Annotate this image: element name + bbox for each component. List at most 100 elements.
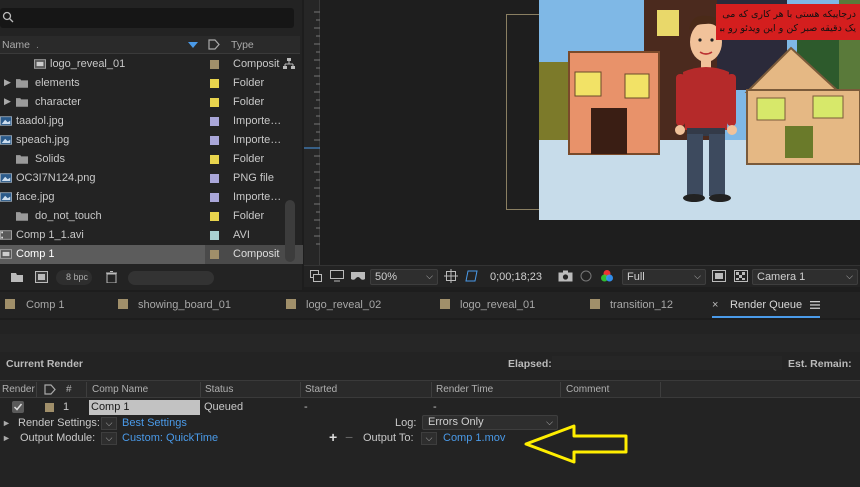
output-to-menu[interactable]: ⌵ (421, 432, 437, 445)
expand-triangle-icon[interactable]: ▶ (4, 96, 11, 107)
tab-render-queue[interactable]: Render Queue (730, 299, 802, 311)
project-item-type: Folder (233, 77, 265, 89)
camera-view-dropdown[interactable]: Camera 1 ⌵ (752, 269, 858, 285)
label-color-swatch[interactable] (210, 174, 219, 183)
render-queue-item-row[interactable]: 1 Comp 1 Queued - - (0, 400, 860, 415)
item-started: - (304, 401, 308, 413)
resolution-dropdown[interactable]: Full ⌵ (622, 269, 706, 285)
label-color-swatch[interactable] (210, 250, 219, 259)
item-comp-name-cell[interactable]: Comp 1 (89, 400, 200, 415)
current-timecode[interactable]: 0;00;18;23 (490, 271, 542, 283)
tab-transition-12[interactable]: transition_12 (590, 299, 673, 311)
add-output-module-icon[interactable]: + (329, 429, 337, 445)
project-item-name: logo_reveal_01 (50, 58, 126, 70)
project-item-name: OC3I7N124.png (16, 172, 96, 184)
started-column-header[interactable]: Started (305, 384, 337, 395)
new-composition-icon[interactable] (35, 271, 48, 283)
status-column-header[interactable]: Status (205, 384, 233, 395)
project-item-type: Composit (233, 58, 280, 70)
comp-label-chip (286, 299, 296, 309)
label-color-swatch[interactable] (210, 117, 219, 126)
number-column-header[interactable]: # (66, 384, 72, 395)
project-item-row[interactable]: OC3I7N124.png PNG file (0, 169, 300, 188)
folder-icon (16, 98, 28, 107)
comp-label-chip (118, 299, 128, 309)
project-item-row[interactable]: Comp 1 Composit (0, 245, 303, 264)
project-item-row[interactable]: taadol.jpg Importe…C (0, 112, 300, 131)
expand-triangle-icon[interactable]: ▶ (4, 77, 11, 88)
project-item-name: Comp 1 (16, 248, 55, 260)
bpc-toggle[interactable]: 8 bpc (56, 270, 92, 285)
est-remain-label: Est. Remain: (788, 358, 852, 370)
label-tag-icon[interactable] (208, 39, 220, 50)
trash-icon[interactable] (106, 271, 117, 283)
label-color-swatch[interactable] (210, 155, 219, 164)
zoom-dropdown[interactable]: 50% ⌵ (370, 269, 438, 285)
render-checkbox[interactable] (12, 401, 24, 413)
project-item-name: face.jpg (16, 191, 55, 203)
type-column-header[interactable]: Type (231, 39, 254, 51)
project-item-name: do_not_touch (35, 210, 102, 222)
output-module-value[interactable]: Custom: QuickTime (122, 432, 218, 444)
render-column-header[interactable]: Render (2, 384, 35, 395)
label-color-swatch[interactable] (210, 193, 219, 202)
project-item-type: PNG file (233, 172, 274, 184)
expand-triangle-icon[interactable]: ► (2, 418, 11, 428)
output-module-row: ► Output Module: ⌵ Custom: QuickTime + −… (0, 429, 860, 447)
always-preview-icon[interactable] (310, 270, 322, 282)
expand-triangle-icon[interactable]: ► (2, 433, 11, 443)
label-tag-icon[interactable] (44, 384, 56, 395)
label-color-swatch[interactable] (210, 79, 219, 88)
sort-descending-icon[interactable] (188, 42, 198, 48)
composition-frame-outline (506, 14, 542, 210)
monitor-icon[interactable] (330, 270, 344, 282)
render-settings-menu[interactable]: ⌵ (101, 417, 117, 430)
label-color-swatch[interactable] (210, 98, 219, 107)
project-scrollbar[interactable] (285, 200, 295, 262)
vr-goggles-icon[interactable] (350, 270, 366, 282)
flowchart-icon[interactable] (283, 58, 295, 73)
snapshot-camera-icon[interactable] (558, 270, 573, 282)
label-color-swatch[interactable] (210, 212, 219, 221)
output-to-filename[interactable]: Comp 1.mov (443, 432, 505, 444)
tab-comp-1[interactable]: Comp 1 (5, 299, 65, 311)
comp-name-column-header[interactable]: Comp Name (92, 384, 148, 395)
tab-logo-reveal-01[interactable]: logo_reveal_01 (440, 299, 535, 311)
name-column-header[interactable]: Name (2, 39, 30, 51)
tab-showing-board-01[interactable]: showing_board_01 (118, 299, 231, 311)
project-item-type: Importe…C (233, 115, 281, 127)
toggle-transparency-grid-icon[interactable] (734, 270, 748, 282)
project-item-type: Folder (233, 153, 265, 165)
project-item-type: Importe…C (233, 134, 281, 146)
label-color-swatch[interactable] (210, 60, 219, 69)
project-search-field[interactable] (0, 8, 294, 28)
project-item-row[interactable]: do_not_touch Folder (0, 207, 300, 226)
thumbnail-slider[interactable] (128, 271, 214, 285)
close-tab-icon[interactable]: × (712, 299, 718, 311)
panel-menu-icon[interactable] (810, 301, 820, 309)
project-item-row[interactable]: ▶ character Folder (0, 93, 300, 112)
region-of-interest-icon[interactable] (444, 269, 458, 283)
render-settings-value[interactable]: Best Settings (122, 417, 187, 429)
project-item-row[interactable]: logo_reveal_01 Composit (0, 55, 300, 74)
new-folder-icon[interactable] (11, 272, 23, 282)
project-item-row[interactable]: speach.jpg Importe…C (0, 131, 300, 150)
project-item-row[interactable]: Solids Folder (0, 150, 300, 169)
tab-logo-reveal-02[interactable]: logo_reveal_02 (286, 299, 381, 311)
remove-output-module-icon[interactable]: − (345, 429, 353, 445)
color-channels-icon[interactable] (600, 269, 614, 283)
tab-label: showing_board_01 (138, 299, 231, 311)
output-module-menu[interactable]: ⌵ (101, 432, 117, 445)
fast-preview-icon[interactable] (712, 270, 726, 282)
project-item-row[interactable]: ▶ elements Folder (0, 74, 300, 93)
render-time-column-header[interactable]: Render Time (436, 384, 493, 395)
label-color-swatch[interactable] (210, 136, 219, 145)
project-item-row[interactable]: Comp 1_1.avi AVI (0, 226, 300, 245)
show-snapshot-icon[interactable] (580, 270, 592, 282)
comment-column-header[interactable]: Comment (566, 384, 609, 395)
item-label-color[interactable] (45, 403, 54, 412)
item-render-time: - (433, 401, 437, 413)
project-item-row[interactable]: face.jpg Importe…C (0, 188, 300, 207)
transparency-grid-icon[interactable] (464, 269, 478, 283)
label-color-swatch[interactable] (210, 231, 219, 240)
